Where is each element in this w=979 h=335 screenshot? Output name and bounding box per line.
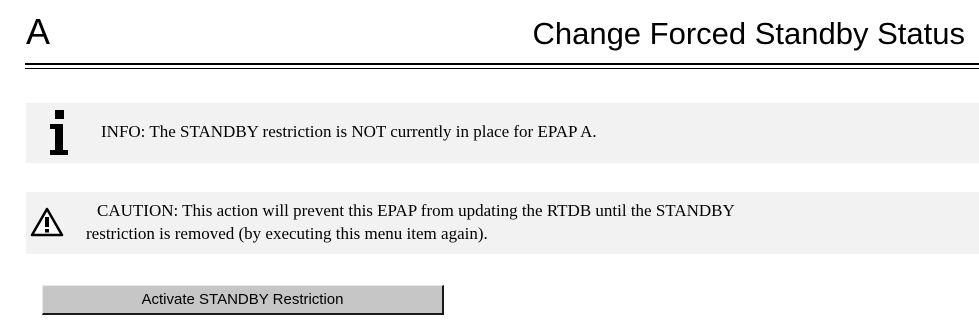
activate-standby-restriction-button[interactable]: Activate STANDBY Restriction — [42, 285, 444, 315]
info-icon — [47, 109, 71, 157]
page-title: Change Forced Standby Status — [532, 16, 965, 51]
page-header: A Change Forced Standby Status — [0, 0, 979, 70]
caution-message-line-2: restriction is removed (by executing thi… — [86, 224, 488, 243]
info-message-text: INFO: The STANDBY restriction is NOT cur… — [101, 122, 597, 141]
header-divider-thin — [25, 68, 979, 69]
epap-id-label: A — [26, 11, 51, 52]
caution-message-box: CAUTION: This action will prevent this E… — [26, 192, 979, 254]
caution-message-line-1: CAUTION: This action will prevent this E… — [97, 201, 735, 220]
warning-triangle-icon — [30, 207, 64, 237]
header-divider-thick — [25, 63, 979, 65]
caution-message-text: CAUTION: This action will prevent this E… — [86, 199, 967, 245]
info-message-box: INFO: The STANDBY restriction is NOT cur… — [26, 103, 979, 163]
